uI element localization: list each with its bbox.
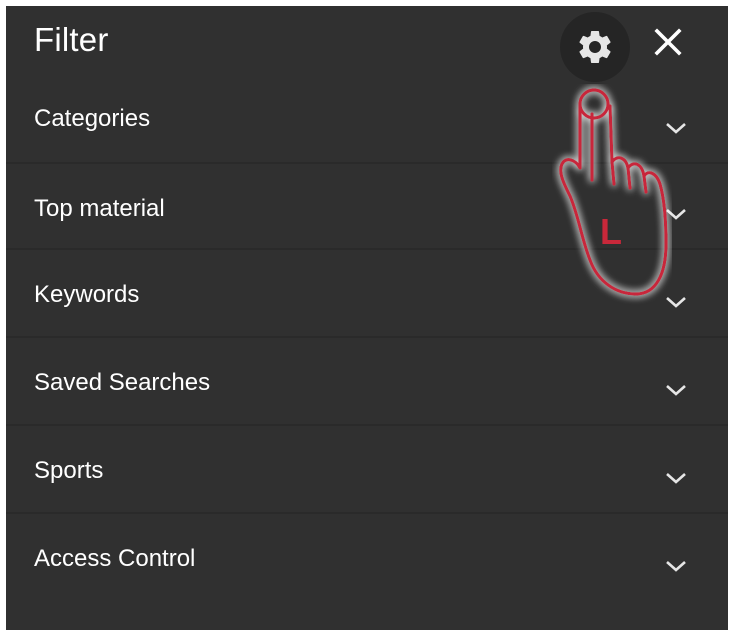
section-label: Keywords xyxy=(34,281,140,308)
close-icon xyxy=(654,28,682,56)
section-access-control[interactable]: Access Control xyxy=(6,514,728,602)
section-label: Top material xyxy=(34,195,165,222)
close-button[interactable] xyxy=(649,23,687,61)
section-categories[interactable]: Categories xyxy=(6,78,728,164)
chevron-down-icon xyxy=(666,385,686,396)
section-label: Sports xyxy=(34,457,104,484)
section-top-material[interactable]: Top material xyxy=(6,164,728,250)
chevron-down-icon xyxy=(666,473,686,484)
section-label: Saved Searches xyxy=(34,369,211,396)
chevron-down-icon xyxy=(666,209,686,220)
section-saved-searches[interactable]: Saved Searches xyxy=(6,338,728,426)
chevron-down-icon xyxy=(666,561,686,572)
filter-panel: Filter Categories Top material Keywords xyxy=(6,6,728,630)
section-keywords[interactable]: Keywords xyxy=(6,250,728,338)
section-label: Categories xyxy=(34,105,151,132)
page-title: Filter xyxy=(34,21,109,58)
chevron-down-icon xyxy=(666,123,686,134)
gear-icon xyxy=(579,30,611,63)
chevron-down-icon xyxy=(666,297,686,308)
section-sports[interactable]: Sports xyxy=(6,426,728,514)
settings-button[interactable] xyxy=(560,12,630,82)
filter-header: Filter xyxy=(6,6,728,82)
section-label: Access Control xyxy=(34,545,196,572)
